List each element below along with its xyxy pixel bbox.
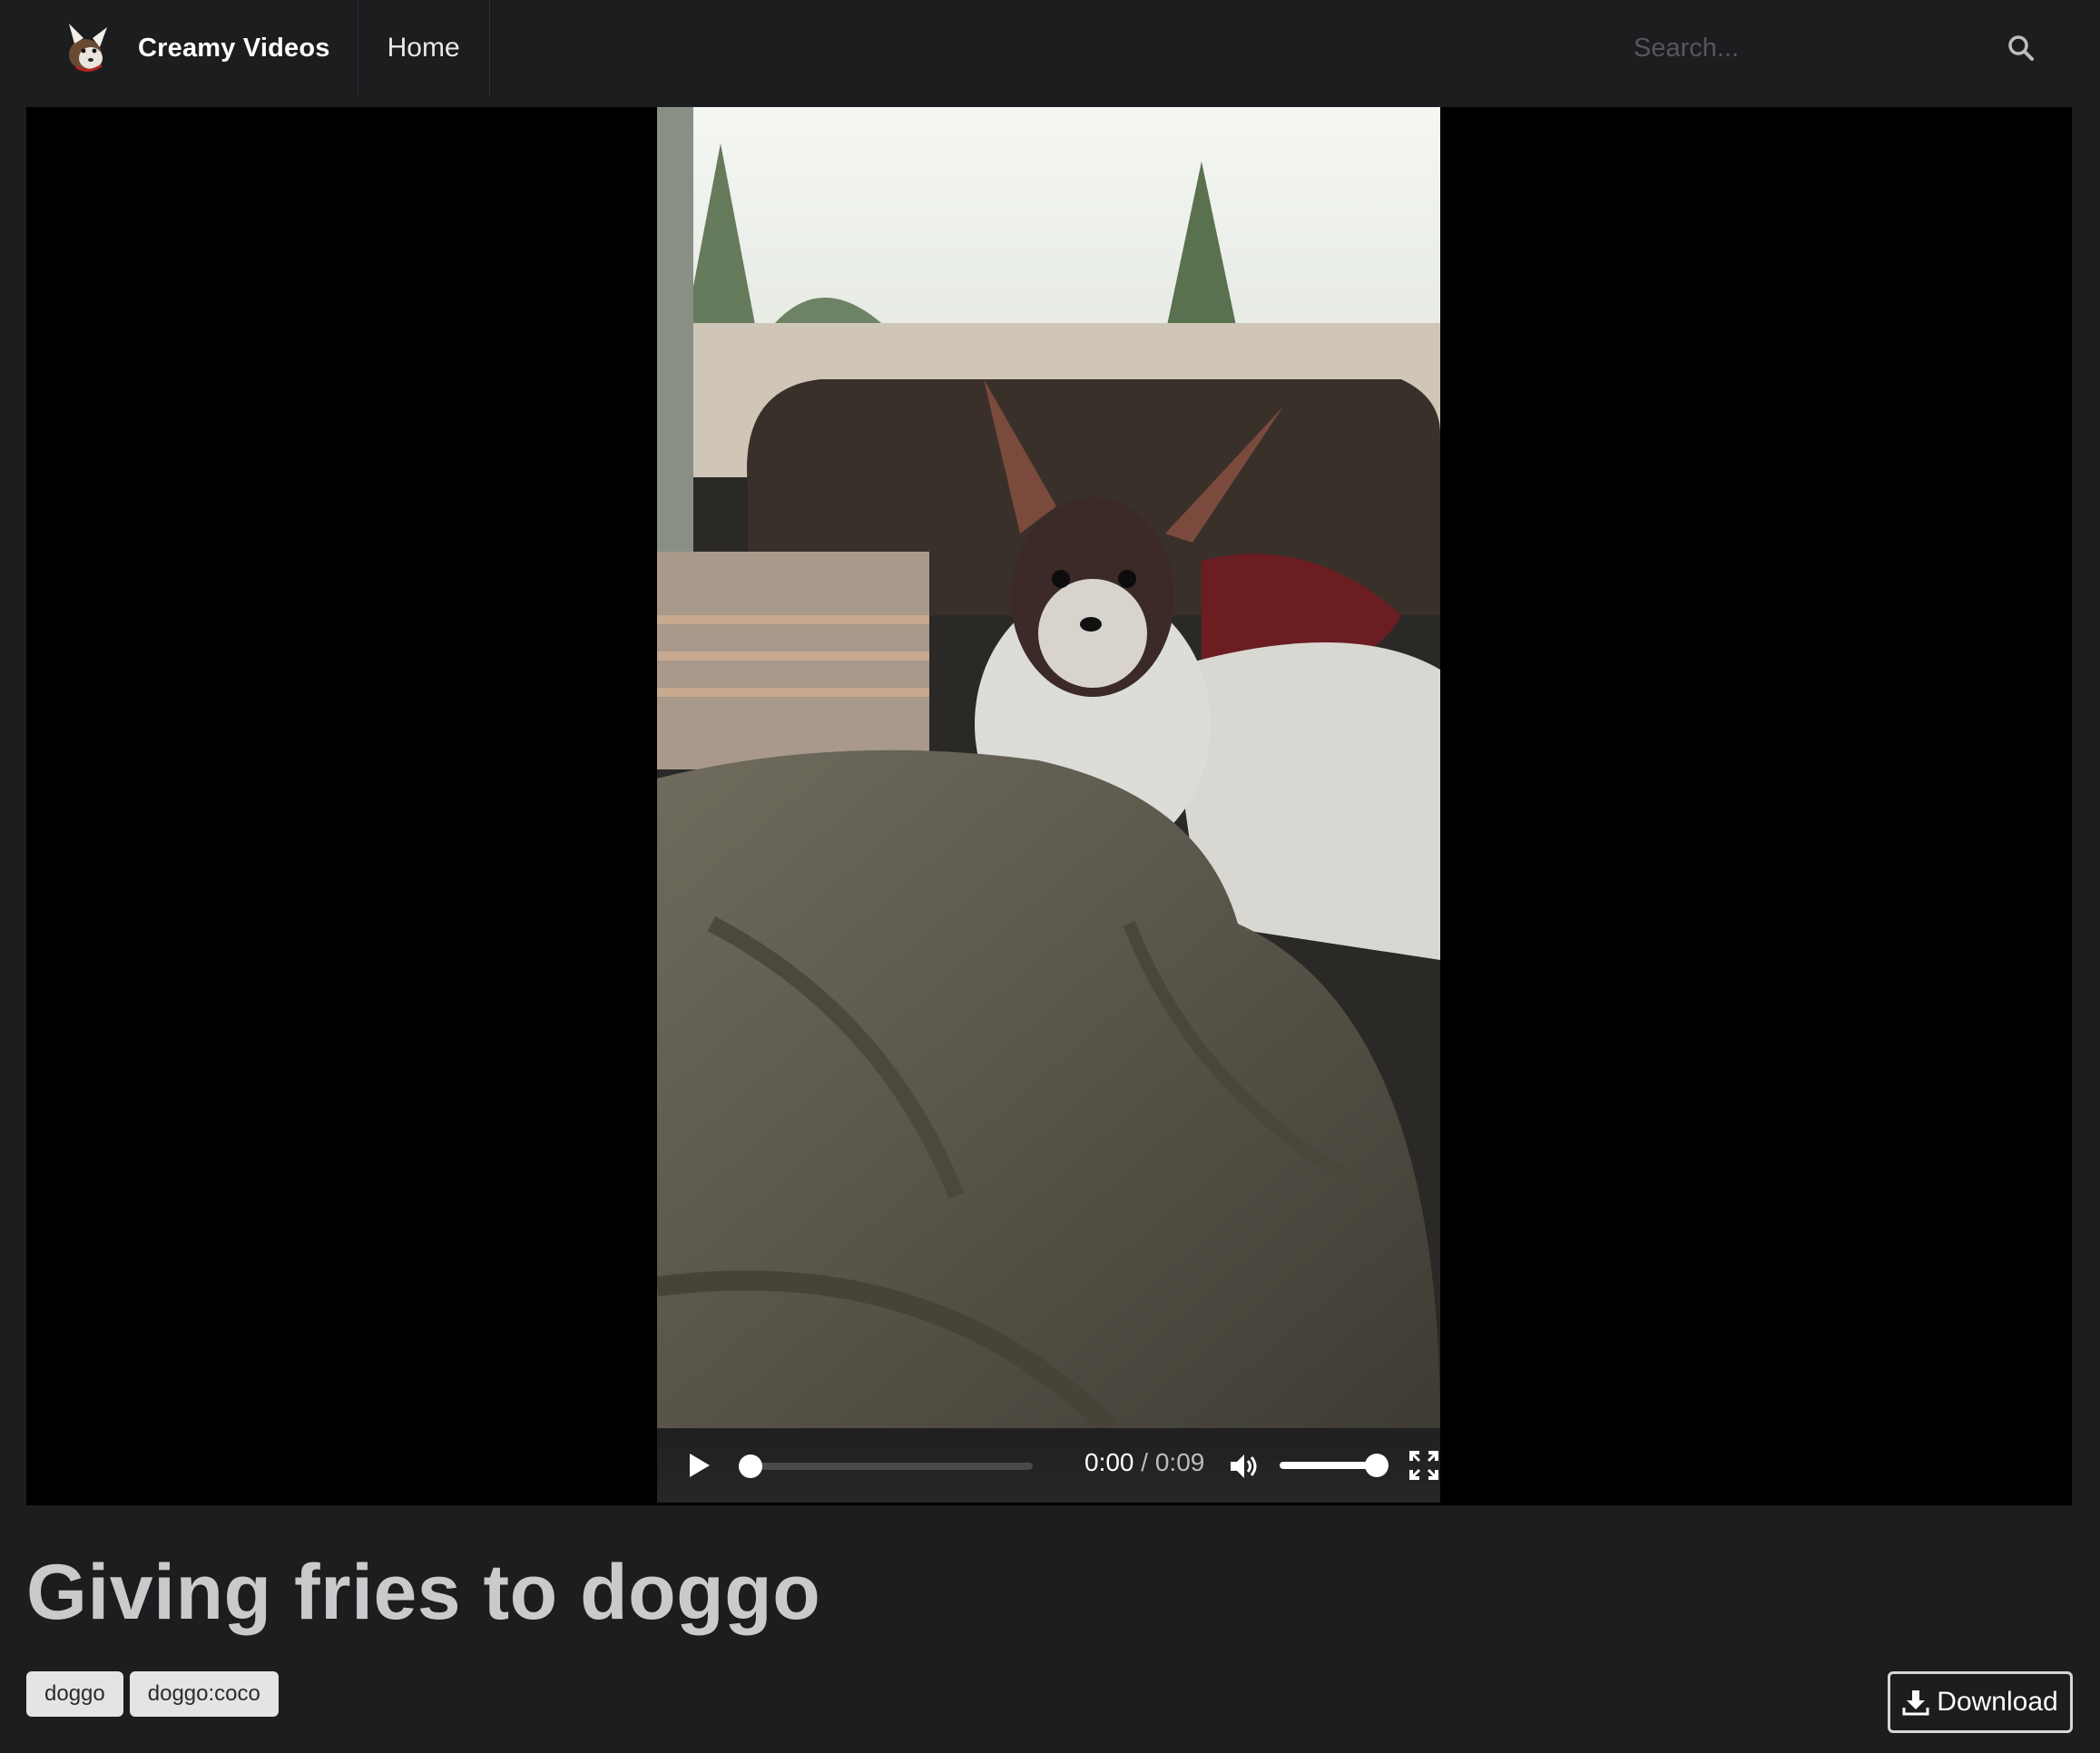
nav-home-link[interactable]: Home xyxy=(358,0,490,96)
play-icon xyxy=(690,1454,710,1477)
volume-slider[interactable] xyxy=(1280,1454,1389,1477)
tag-doggo[interactable]: doggo xyxy=(26,1671,123,1717)
video-title: Giving fries to doggo xyxy=(26,1549,821,1636)
volume-handle[interactable] xyxy=(1365,1454,1389,1477)
time-display: 0:00 / 0:09 xyxy=(1084,1448,1204,1477)
search-input[interactable] xyxy=(1619,20,1997,76)
progress-bar[interactable] xyxy=(739,1454,1033,1478)
download-button[interactable]: Download xyxy=(1888,1671,2073,1733)
tag-list: doggo doggo:coco xyxy=(26,1671,279,1717)
volume-icon xyxy=(1231,1454,1257,1478)
navbar: Creamy Videos Home xyxy=(0,0,2100,96)
download-icon xyxy=(1902,1690,1929,1716)
video-frame[interactable] xyxy=(657,107,1440,1428)
player-controls: 0:00 / 0:09 xyxy=(657,1428,1440,1503)
current-time: 0:00 xyxy=(1084,1448,1134,1476)
play-button[interactable] xyxy=(682,1450,713,1481)
tag-doggo-coco[interactable]: doggo:coco xyxy=(129,1671,279,1717)
fullscreen-icon xyxy=(1409,1451,1438,1480)
search-button[interactable] xyxy=(1997,24,2046,73)
search-bar xyxy=(1619,16,2046,80)
dog-logo-icon xyxy=(69,24,107,72)
time-separator: / xyxy=(1133,1448,1155,1476)
progress-handle[interactable] xyxy=(739,1454,762,1478)
brand-link[interactable]: Creamy Videos xyxy=(0,0,358,96)
fullscreen-button[interactable] xyxy=(1408,1450,1439,1481)
duration: 0:09 xyxy=(1154,1448,1205,1476)
mute-button[interactable] xyxy=(1227,1450,1260,1483)
video-player[interactable]: 0:00 / 0:09 xyxy=(26,107,2072,1505)
video-still-image xyxy=(657,107,1440,1428)
download-label: Download xyxy=(1937,1687,2058,1717)
brand-name: Creamy Videos xyxy=(138,33,330,63)
search-icon xyxy=(2008,35,2034,61)
